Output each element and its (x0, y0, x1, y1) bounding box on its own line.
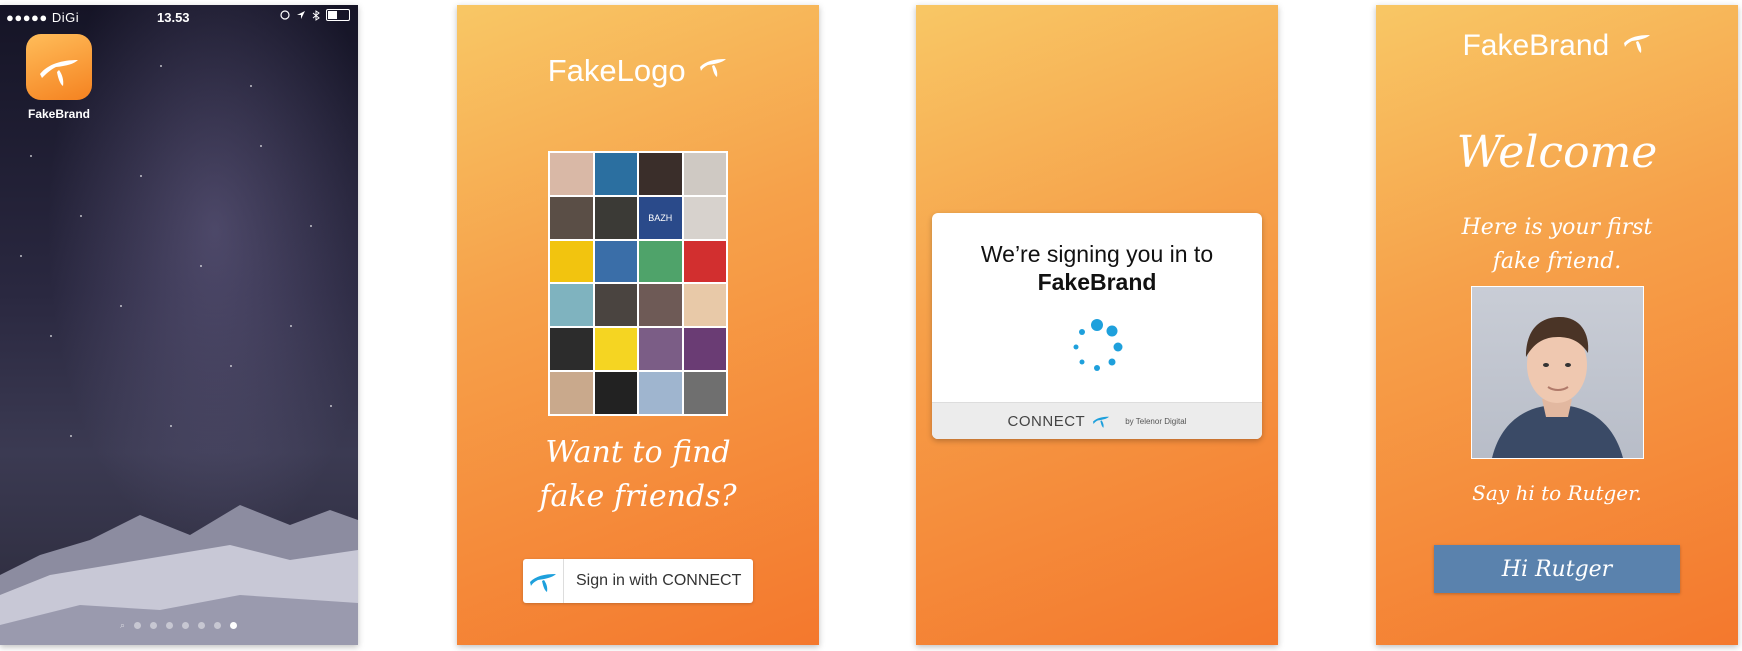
friends-photo-grid: BAZH (548, 151, 728, 416)
say-hi-caption: Say hi to Rutger. (1472, 481, 1642, 505)
friend-photo (639, 153, 682, 195)
logo-text: FakeLogo (547, 53, 686, 88)
signing-in-dialog: We’re signing you in to FakeBrand CONNEC… (932, 213, 1262, 439)
hi-rutger-button[interactable]: Hi Rutger (1434, 545, 1680, 593)
battery-icon (326, 9, 350, 21)
friend-photo (550, 284, 593, 327)
friend-photo (594, 240, 637, 283)
telenor-logo-icon (40, 60, 78, 86)
welcome-subtitle-2: fake friend. (1492, 249, 1622, 274)
friend-photo (550, 372, 593, 414)
friend-photo (594, 284, 637, 327)
friend-photo (594, 153, 637, 195)
friend-photo-rutger (1471, 286, 1644, 459)
telenor-logo-icon (700, 59, 727, 77)
status-time: 13.53 (157, 10, 190, 25)
connect-brand: CONNECT (1007, 412, 1086, 430)
friend-photo (550, 153, 593, 195)
app-label: FakeBrand (27, 107, 91, 121)
friend-photo (683, 153, 726, 195)
fakebrand-app-icon[interactable] (26, 34, 92, 100)
app-logo: FakeLogo (457, 53, 819, 89)
carrier-signal: ●●●●● DiGi (6, 10, 80, 25)
lock-rotation-icon (280, 10, 290, 20)
friend-photo (683, 328, 726, 371)
bluetooth-icon (312, 9, 320, 21)
headline-line-1: Want to find (545, 435, 731, 470)
friend-photo (639, 328, 682, 371)
signing-in-text: We’re signing you in to (980, 241, 1214, 267)
page-dot-active (230, 622, 238, 629)
headline-line-2: fake friends? (539, 479, 737, 514)
page-dot (150, 622, 158, 629)
welcome-subtitle-1: Here is your first (1461, 215, 1653, 240)
friend-photo (639, 284, 682, 327)
signing-in-screen: We’re signing you in to FakeBrand CONNEC… (916, 5, 1278, 645)
page-dot (198, 622, 206, 629)
page-dot (134, 622, 142, 629)
sign-in-with-connect-button[interactable]: Sign in with CONNECT (523, 559, 753, 603)
page-dot (166, 622, 174, 629)
telenor-logo-icon (1623, 35, 1650, 53)
connect-logo-icon (523, 559, 564, 603)
friend-photo (594, 328, 637, 371)
friend-photo (594, 196, 637, 239)
page-indicator[interactable]: ⌕ (120, 620, 238, 631)
logo-text: FakeBrand (1462, 29, 1610, 62)
friend-photo (683, 372, 726, 414)
signing-in-brand: FakeBrand (1037, 269, 1157, 295)
friend-photo (550, 240, 593, 283)
welcome-title: Welcome (1456, 127, 1658, 178)
friend-photo (683, 284, 726, 327)
friend-photo (683, 196, 726, 239)
loading-spinner-icon (1073, 319, 1123, 371)
friend-photo (594, 372, 637, 414)
friend-photo (550, 196, 593, 239)
status-bar: ●●●●● DiGi 13.53 (0, 5, 358, 29)
friend-photo-bazh: BAZH (639, 196, 682, 239)
friend-photo (550, 328, 593, 371)
friend-photo (639, 240, 682, 283)
home-screen: ●●●●● DiGi 13.53 FakeBrand ⌕ (0, 5, 358, 645)
friend-photo (639, 372, 682, 414)
connect-logo-icon (1093, 416, 1110, 428)
app-logo: FakeBrand (1376, 29, 1738, 63)
spotlight-search-icon: ⌕ (120, 620, 126, 630)
sign-in-label: Sign in with CONNECT (576, 572, 742, 589)
connect-footer: CONNECT by Telenor Digital (932, 402, 1262, 439)
page-dot (214, 622, 222, 629)
page-dot (182, 622, 190, 629)
login-screen: FakeLogo BAZH Want to find fake friends? (457, 5, 819, 645)
by-telenor-digital: by Telenor Digital (1125, 416, 1187, 426)
location-icon (297, 11, 305, 19)
friend-photo (683, 240, 726, 283)
status-icons (280, 9, 350, 21)
welcome-screen: FakeBrand Welcome Here is your first fak… (1376, 5, 1738, 645)
